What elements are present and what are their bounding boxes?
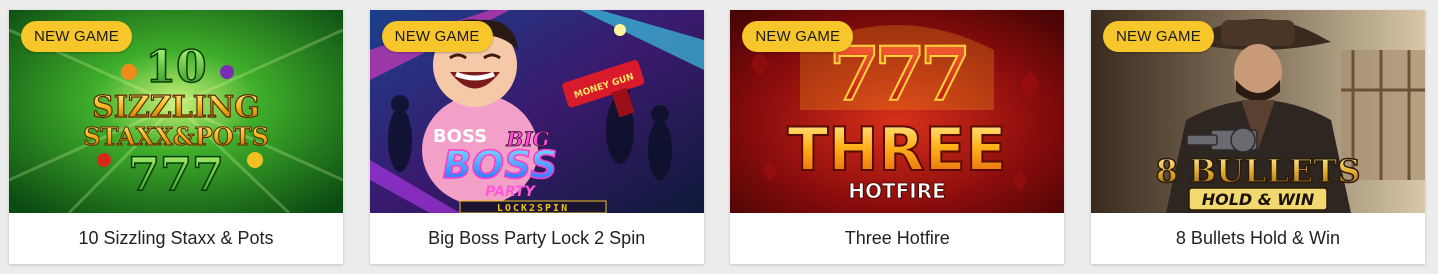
- logo-sub: HOLD & WIN: [1202, 190, 1315, 209]
- new-game-badge: NEW GAME: [742, 21, 854, 52]
- game-card-10-sizzling-staxx-pots[interactable]: 10 SIZZLING STAXX&POTS 777 NEW GAME 10 S…: [9, 10, 343, 264]
- logo-line1: SIZZLING: [92, 90, 260, 125]
- new-game-badge: NEW GAME: [381, 21, 493, 52]
- logo-boss: BOSS: [442, 143, 557, 187]
- logo-main: THREE: [788, 115, 1007, 185]
- logo-lock: LOCK2SPIN: [497, 203, 569, 213]
- new-game-badge: NEW GAME: [1102, 21, 1214, 52]
- game-title[interactable]: 8 Bullets Hold & Win: [1090, 213, 1425, 264]
- game-title[interactable]: 10 Sizzling Staxx & Pots: [9, 213, 343, 264]
- game-card-8-bullets-hold-win[interactable]: 8 BULLETS HOLD & WIN NEW GAME 8 Bullets …: [1090, 10, 1425, 264]
- game-card-three-hotfire[interactable]: 777 THREE HOTFIRE NEW GAME Three Hotfire: [730, 10, 1065, 264]
- logo-main: 8 BULLETS: [1156, 152, 1361, 190]
- logo-line3: 777: [128, 147, 224, 201]
- logo-sub: HOTFIRE: [849, 179, 947, 203]
- logo-number: 10: [145, 42, 206, 93]
- logo-party: PARTY: [485, 184, 537, 200]
- game-grid: 10 SIZZLING STAXX&POTS 777 NEW GAME 10 S…: [9, 10, 1425, 264]
- game-title[interactable]: Three Hotfire: [730, 213, 1065, 264]
- game-card-big-boss-party[interactable]: MONEY GUN BOSS BIG BOSS PARTY LOCK2SPIN …: [369, 10, 704, 264]
- game-title[interactable]: Big Boss Party Lock 2 Spin: [369, 213, 704, 264]
- new-game-badge: NEW GAME: [21, 21, 132, 52]
